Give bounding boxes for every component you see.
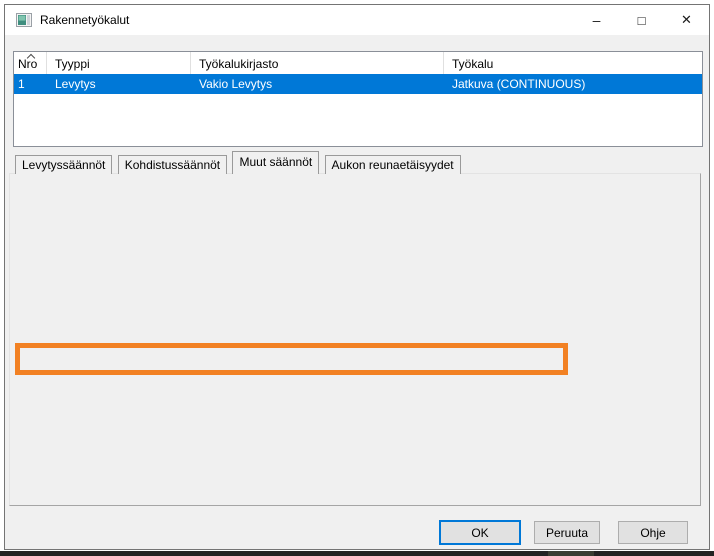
background-artifact: [548, 551, 594, 556]
ok-button[interactable]: OK: [439, 520, 521, 545]
tool-list: Nro Tyyppi Työkalukirjasto Työkalu 1 Lev…: [13, 51, 703, 147]
cell-tyyppi: Levytys: [47, 77, 191, 91]
maximize-button[interactable]: □: [619, 5, 664, 35]
tab-kohdistussaannot[interactable]: Kohdistussäännöt: [118, 155, 227, 174]
tab-levytyssaannot[interactable]: Levytyssäännöt: [15, 155, 112, 174]
tab-strip: Levytyssäännöt Kohdistussäännöt Muut sää…: [15, 151, 463, 175]
app-icon: [16, 13, 32, 27]
tab-page-muut-saannot: [9, 173, 701, 506]
column-header-tyyppi[interactable]: Tyyppi: [47, 52, 191, 74]
column-header-tyokalu[interactable]: Työkalu: [444, 52, 702, 74]
window-title: Rakennetyökalut: [40, 5, 129, 35]
cell-tyokalu: Jatkuva (CONTINUOUS): [444, 77, 702, 91]
tool-list-header: Nro Tyyppi Työkalukirjasto Työkalu: [14, 52, 702, 74]
tab-aukon-reunaetaisyydet[interactable]: Aukon reunaetäisyydet: [325, 155, 461, 174]
column-header-nro[interactable]: Nro: [14, 52, 47, 74]
tab-muut-saannot[interactable]: Muut säännöt: [232, 151, 319, 174]
cancel-button[interactable]: Peruuta: [534, 521, 600, 544]
rakennetyokalut-dialog: Rakennetyökalut – □ ✕ Nro Tyyppi Työkalu…: [4, 4, 710, 550]
background-taskbar-strip: [0, 551, 714, 556]
cell-nro: 1: [14, 77, 47, 91]
close-button[interactable]: ✕: [664, 5, 709, 35]
window-controls: – □ ✕: [574, 5, 709, 35]
minimize-button[interactable]: –: [574, 5, 619, 35]
help-button[interactable]: Ohje: [618, 521, 688, 544]
table-row-selected[interactable]: 1 Levytys Vakio Levytys Jatkuva (CONTINU…: [14, 74, 702, 94]
cell-kirjasto: Vakio Levytys: [191, 77, 444, 91]
title-bar: Rakennetyökalut – □ ✕: [5, 5, 709, 35]
column-header-tyokalukirjasto[interactable]: Työkalukirjasto: [191, 52, 444, 74]
